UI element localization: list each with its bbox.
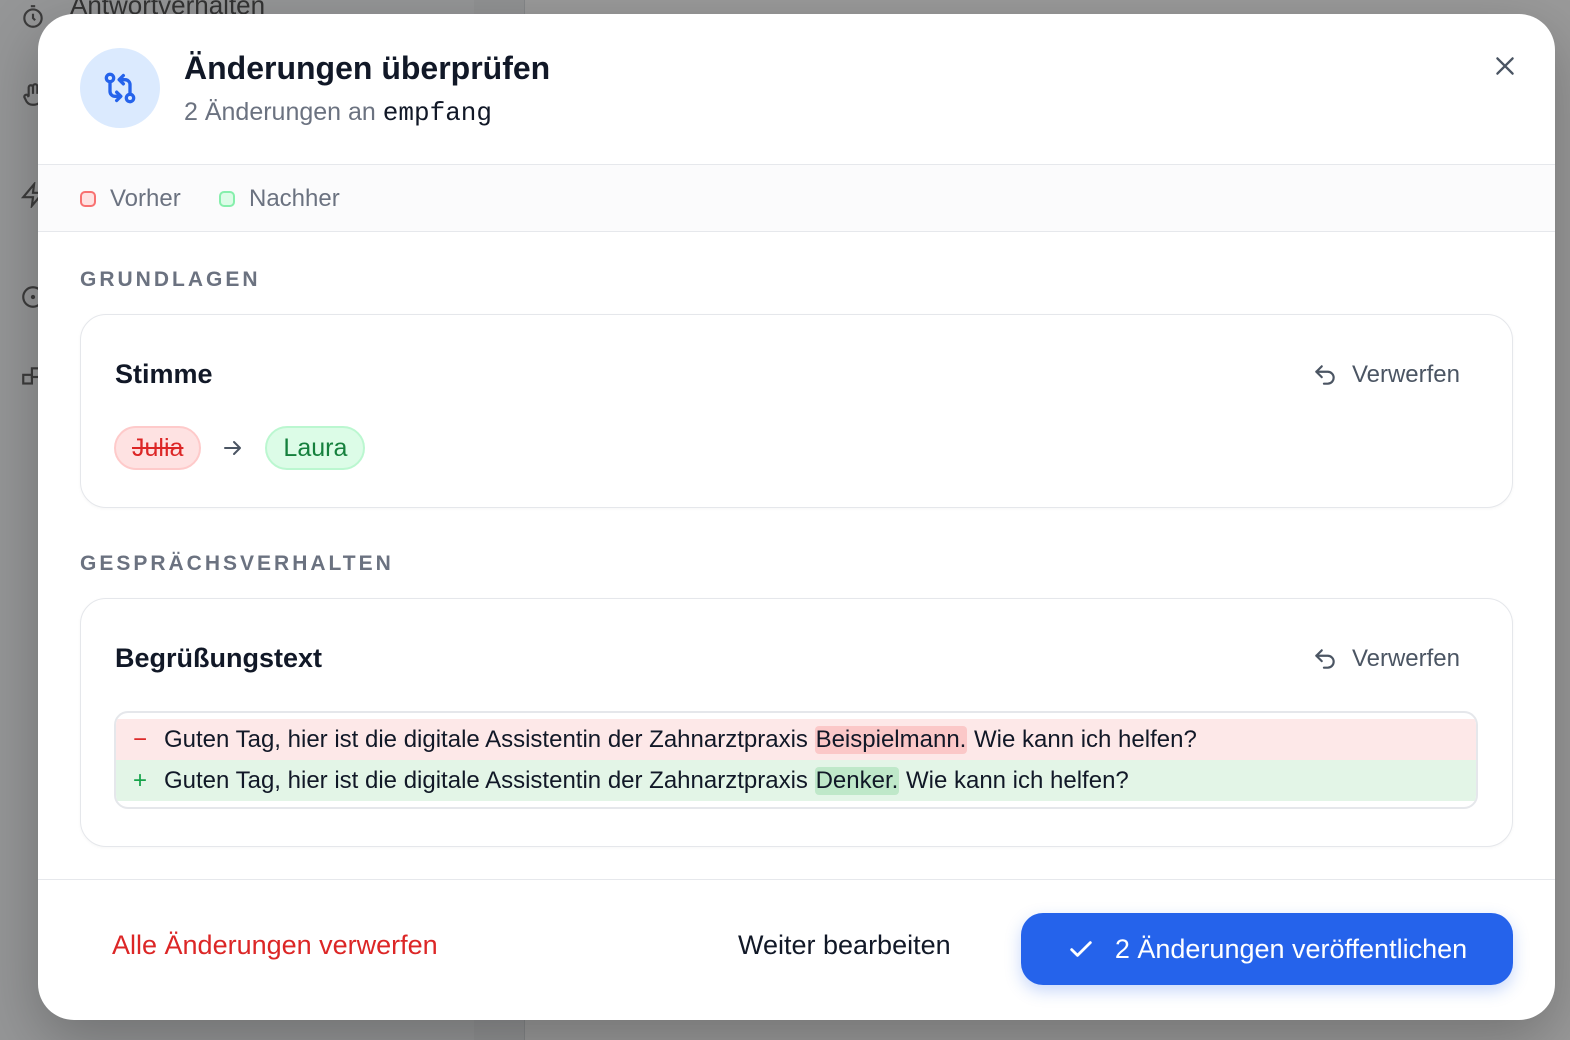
header-icon-badge: [80, 48, 160, 128]
dialog-footer: Alle Änderungen verwerfen Weiter bearbei…: [38, 879, 1555, 1020]
plus-sign: +: [132, 766, 147, 794]
legend-after-label: Nachher: [249, 185, 340, 212]
removed-text-suffix: Wie kann ich helfen?: [974, 725, 1197, 753]
publish-changes-button[interactable]: 2 Änderungen veröffentlichen: [1021, 913, 1513, 985]
subtitle-target: empfang: [382, 98, 493, 128]
change-card-voice: Stimme Verwerfen Julia Laura: [80, 314, 1513, 508]
diff-added-line: + Guten Tag, hier ist die digitale Assis…: [116, 760, 1476, 801]
dialog-header: Änderungen überprüfen 2 Änderungen an em…: [38, 14, 1555, 165]
diff-legend: Vorher Nachher: [38, 165, 1555, 232]
text-diff: − Guten Tag, hier ist die digitale Assis…: [114, 711, 1478, 809]
section-heading-conversation: GESPRÄCHSVERHALTEN: [80, 552, 394, 575]
old-value-pill: Julia: [114, 426, 202, 470]
dialog-title: Änderungen überprüfen: [184, 50, 551, 86]
added-highlight: Denker.: [814, 766, 900, 795]
legend-before-swatch: [80, 191, 96, 207]
discard-all-button[interactable]: Alle Änderungen verwerfen: [112, 930, 438, 961]
section-heading-basics: GRUNDLAGEN: [80, 268, 261, 291]
discard-voice-label: Verwerfen: [1351, 361, 1460, 388]
arrow-right-icon: [224, 441, 242, 455]
legend-before: Vorher: [80, 185, 181, 213]
git-compare-icon: [104, 72, 136, 104]
card-title-greeting: Begrüßungstext: [115, 643, 323, 673]
diff-removed-line: − Guten Tag, hier ist die digitale Assis…: [116, 719, 1476, 760]
continue-editing-button[interactable]: Weiter bearbeiten: [738, 930, 951, 961]
legend-before-label: Vorher: [110, 185, 181, 212]
added-text-suffix: Wie kann ich helfen?: [905, 766, 1129, 794]
discard-greeting-button[interactable]: Verwerfen: [1312, 645, 1460, 673]
legend-after-swatch: [219, 191, 235, 207]
voice-change-row: Julia Laura: [114, 426, 366, 470]
close-icon: [1496, 57, 1514, 75]
minus-sign: −: [132, 725, 147, 753]
card-title-voice: Stimme: [115, 359, 213, 389]
publish-label: 2 Änderungen veröffentlichen: [1114, 933, 1468, 964]
close-button[interactable]: [1485, 46, 1525, 86]
dialog-subtitle: 2 Änderungen an empfang: [184, 98, 492, 128]
discard-voice-button[interactable]: Verwerfen: [1312, 361, 1460, 389]
added-text-prefix: Guten Tag, hier ist die digitale Assiste…: [164, 766, 808, 794]
review-changes-dialog: Änderungen überprüfen 2 Änderungen an em…: [38, 14, 1555, 1020]
check-icon: [1070, 941, 1092, 957]
subtitle-prefix: 2 Änderungen an: [184, 98, 376, 126]
removed-highlight: Beispielmann.: [814, 725, 968, 754]
change-card-greeting: Begrüßungstext Verwerfen − Guten Tag, hi…: [80, 598, 1513, 847]
legend-after: Nachher: [219, 185, 340, 213]
removed-text-prefix: Guten Tag, hier ist die digitale Assiste…: [164, 725, 808, 753]
undo-icon: [1315, 365, 1335, 385]
discard-greeting-label: Verwerfen: [1351, 645, 1460, 672]
undo-icon: [1315, 649, 1335, 669]
new-value-pill: Laura: [265, 426, 366, 470]
